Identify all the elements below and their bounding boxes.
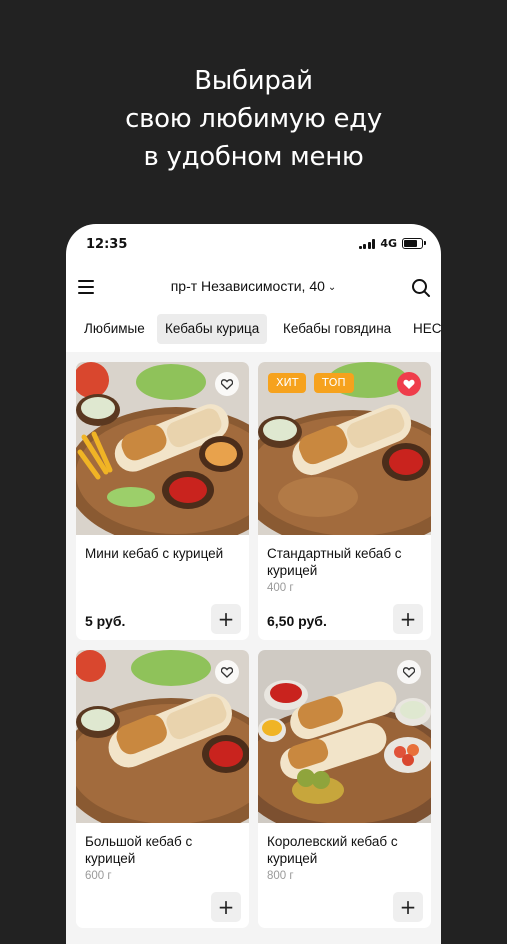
promo-headline: Выбирай свою любимую еду в удобном меню [0, 62, 507, 176]
promo-line: в удобном меню [143, 142, 364, 172]
product-price: 5 руб. [85, 613, 126, 629]
status-bar: 12:35 4G [66, 224, 441, 264]
tab-chicken-kebabs[interactable]: Кебабы курица [157, 314, 268, 344]
product-weight: 800 г [267, 870, 294, 882]
product-weight: 600 г [85, 870, 112, 882]
product-card[interactable]: Мини кебаб с курицей 5 руб. + [76, 362, 249, 640]
product-card[interactable]: ХИТ ТОП Стандартный кебаб с курицей 400 … [258, 362, 431, 640]
battery-icon [402, 238, 426, 249]
product-title: Мини кебаб с курицей [85, 546, 224, 561]
add-to-cart-button[interactable]: + [393, 892, 423, 922]
product-title: Королевский кебаб с курицей [267, 834, 398, 866]
product-price: 6,50 руб. [267, 613, 327, 629]
product-grid: Мини кебаб с курицей 5 руб. + ХИТ ТОП Ст… [66, 352, 441, 944]
favorite-heart-icon[interactable] [215, 372, 239, 396]
tab-favorites[interactable]: Любимые [76, 314, 153, 344]
tab-beef-kebabs[interactable]: Кебабы говядина [275, 314, 399, 344]
product-title: Большой кебаб с курицей [85, 834, 193, 866]
favorite-heart-icon[interactable] [397, 372, 421, 396]
favorite-heart-icon[interactable] [215, 660, 239, 684]
tab-other[interactable]: НЕС [405, 314, 441, 344]
product-card[interactable]: Королевский кебаб с курицей 800 г + [258, 650, 431, 928]
hit-badge: ХИТ [268, 373, 307, 393]
address-label: пр-т Независимости, 40 [170, 278, 325, 294]
chevron-down-icon: ⌄ [327, 282, 337, 293]
signal-icon [358, 238, 376, 249]
category-tabs: Любимые Кебабы курица Кебабы говядина НЕ… [66, 314, 441, 344]
search-icon[interactable] [411, 278, 431, 298]
status-time: 12:35 [86, 237, 128, 252]
hamburger-menu-icon[interactable] [78, 280, 94, 294]
promo-line: Выбирай [194, 66, 313, 96]
favorite-heart-icon[interactable] [397, 660, 421, 684]
network-type: 4G [380, 237, 397, 250]
add-to-cart-button[interactable]: + [211, 892, 241, 922]
app-header: пр-т Независимости, 40 ⌄ [66, 270, 441, 306]
promo-line: свою любимую еду [125, 104, 382, 134]
product-card[interactable]: Большой кебаб с курицей 600 г + [76, 650, 249, 928]
add-to-cart-button[interactable]: + [211, 604, 241, 634]
status-indicators: 4G [358, 237, 426, 250]
add-to-cart-button[interactable]: + [393, 604, 423, 634]
product-weight: 400 г [267, 582, 294, 594]
phone-screen: 12:35 4G пр-т Независимости, 40 ⌄ Любимые… [66, 224, 441, 944]
address-selector[interactable]: пр-т Независимости, 40 ⌄ [126, 278, 381, 294]
product-title: Стандартный кебаб с курицей [267, 546, 402, 578]
top-badge: ТОП [314, 373, 354, 393]
